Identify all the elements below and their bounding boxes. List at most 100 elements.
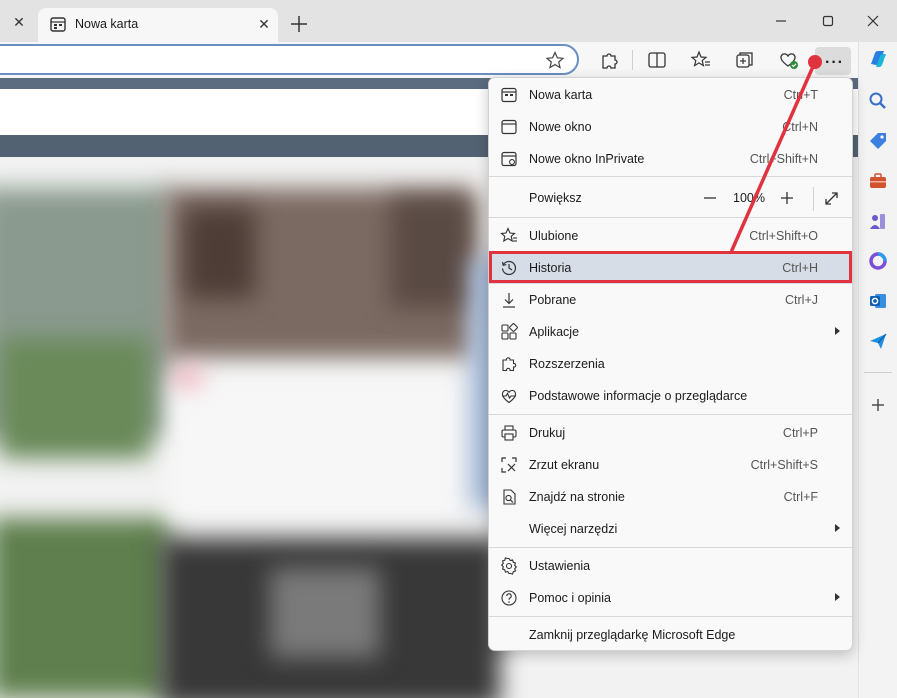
submenu-arrow-icon xyxy=(835,524,840,532)
menu-item-new-window[interactable]: Nowe okno Ctrl+N xyxy=(489,111,852,143)
menu-item-favorites[interactable]: Ulubione Ctrl+Shift+O xyxy=(489,220,852,252)
news-image-1-foliage xyxy=(0,338,150,458)
news-card-text xyxy=(170,378,470,518)
extensions-puzzle-icon[interactable] xyxy=(598,50,620,70)
screenshot-icon xyxy=(501,457,517,473)
tab-title: Nowa karta xyxy=(75,17,139,31)
microsoft-365-icon[interactable] xyxy=(867,250,889,272)
menu-separator xyxy=(489,176,852,177)
menu-item-label: Zrzut ekranu xyxy=(529,458,600,472)
menu-item-screenshot[interactable]: Zrzut ekranu Ctrl+Shift+S xyxy=(489,449,852,481)
submenu-arrow-icon xyxy=(835,593,840,601)
menu-item-label: Więcej narzędzi xyxy=(529,522,618,536)
menu-item-shortcut: Ctrl+N xyxy=(782,120,818,134)
menu-item-label: Aplikacje xyxy=(529,325,580,339)
new-tab-plus-icon[interactable] xyxy=(288,13,310,35)
zoom-level-value: 100% xyxy=(733,191,765,205)
close-window-icon[interactable] xyxy=(862,11,884,31)
menu-item-label: Nowe okno xyxy=(529,120,592,134)
menu-item-label: Ulubione xyxy=(529,229,579,243)
settings-and-more-button[interactable]: ··· xyxy=(815,47,851,75)
tab-strip: ✕ Nowa karta ✕ xyxy=(0,0,897,42)
menu-item-shortcut: Ctrl+J xyxy=(785,293,818,307)
menu-item-more-tools[interactable]: Więcej narzędzi xyxy=(489,513,852,545)
find-icon xyxy=(503,489,516,505)
menu-separator xyxy=(489,217,852,218)
new-tab-icon xyxy=(501,87,517,103)
menu-item-shortcut: Ctrl+Shift+O xyxy=(749,229,818,243)
menu-item-settings[interactable]: Ustawienia xyxy=(489,550,852,582)
menu-item-find-on-page[interactable]: Znajdź na stronie Ctrl+F xyxy=(489,481,852,513)
address-bar[interactable] xyxy=(0,44,579,75)
add-sidebar-app-icon[interactable] xyxy=(867,394,889,416)
inprivate-icon xyxy=(501,151,517,167)
maximize-icon[interactable] xyxy=(817,11,839,31)
menu-item-new-tab[interactable]: Nowa karta Ctrl+T xyxy=(489,79,852,111)
toolbar xyxy=(0,42,897,78)
download-icon xyxy=(503,293,515,308)
browser-essentials-icon[interactable] xyxy=(778,50,800,70)
settings-and-more-menu: Nowa karta Ctrl+T Nowe okno Ctrl+N Nowe … xyxy=(488,77,853,651)
search-icon[interactable] xyxy=(867,90,889,112)
menu-item-shortcut: Ctrl+T xyxy=(783,88,818,102)
split-screen-icon[interactable] xyxy=(646,50,668,70)
menu-item-browser-essentials[interactable]: Podstawowe informacje o przeglądarce xyxy=(489,380,852,412)
news-image-3-person-2 xyxy=(390,198,470,308)
zoom-in-icon[interactable] xyxy=(779,190,795,206)
menu-item-label: Rozszerzenia xyxy=(529,357,605,371)
extensions-icon xyxy=(502,357,517,372)
menu-item-label: Drukuj xyxy=(529,426,566,440)
news-image-4-detail xyxy=(270,568,380,658)
zoom-separator xyxy=(813,187,814,211)
menu-item-label: Pomoc i opinia xyxy=(529,591,611,605)
menu-item-new-inprivate-window[interactable]: Nowe okno InPrivate Ctrl+Shift+N xyxy=(489,143,852,175)
menu-item-close-edge[interactable]: Zamknij przeglądarkę Microsoft Edge xyxy=(489,619,852,651)
shopping-tag-icon[interactable] xyxy=(867,130,889,152)
apps-icon xyxy=(501,323,518,340)
menu-item-label: Nowa karta xyxy=(529,88,593,102)
menu-item-shortcut: Ctrl+Shift+N xyxy=(749,152,818,166)
browser-essentials-icon xyxy=(501,389,517,404)
menu-item-shortcut: Ctrl+F xyxy=(783,490,818,504)
news-image-3-person xyxy=(185,208,255,298)
news-image-2 xyxy=(0,518,170,698)
news-card-badge xyxy=(175,368,200,386)
tab-new-tab[interactable]: Nowa karta ✕ xyxy=(38,8,278,42)
settings-icon xyxy=(500,557,518,575)
menu-separator xyxy=(489,547,852,548)
menu-item-extensions[interactable]: Rozszerzenia xyxy=(489,348,852,380)
more-dots-icon: ··· xyxy=(825,54,844,71)
help-icon xyxy=(501,590,517,606)
add-favorite-star-icon[interactable] xyxy=(545,51,565,69)
favorites-icon xyxy=(500,227,517,243)
full-screen-icon[interactable] xyxy=(823,190,840,207)
menu-item-label: Znajdź na stronie xyxy=(529,490,625,504)
zoom-out-icon[interactable] xyxy=(702,190,718,206)
menu-separator xyxy=(489,414,852,415)
menu-item-label: Pobrane xyxy=(529,293,577,307)
menu-item-zoom: Powiększ 100% xyxy=(489,182,852,214)
tools-briefcase-icon[interactable] xyxy=(867,170,889,192)
menu-item-shortcut: Ctrl+Shift+S xyxy=(750,458,818,472)
send-drop-icon[interactable] xyxy=(867,330,889,352)
outlook-icon[interactable] xyxy=(867,290,889,312)
toolbar-separator xyxy=(632,50,633,70)
menu-item-print[interactable]: Drukuj Ctrl+P xyxy=(489,417,852,449)
close-previous-tab-button[interactable]: ✕ xyxy=(12,15,26,29)
menu-item-label: Podstawowe informacje o przeglądarce xyxy=(529,389,748,403)
minimize-icon[interactable] xyxy=(770,11,792,31)
menu-separator xyxy=(489,616,852,617)
games-icon[interactable] xyxy=(867,210,889,232)
collections-icon[interactable] xyxy=(734,50,756,70)
menu-item-downloads[interactable]: Pobrane Ctrl+J xyxy=(489,284,852,316)
sidebar-separator xyxy=(864,372,892,373)
menu-item-label: Zamknij przeglądarkę Microsoft Edge xyxy=(529,628,736,642)
copilot-icon[interactable] xyxy=(867,48,889,70)
menu-item-apps[interactable]: Aplikacje xyxy=(489,316,852,348)
menu-item-label: Powiększ xyxy=(529,191,582,205)
new-tab-favicon-icon xyxy=(50,17,66,32)
menu-item-label: Nowe okno InPrivate xyxy=(529,152,645,166)
close-tab-button[interactable]: ✕ xyxy=(257,17,271,31)
menu-item-help-and-feedback[interactable]: Pomoc i opinia xyxy=(489,582,852,614)
favorites-icon[interactable] xyxy=(690,50,712,70)
